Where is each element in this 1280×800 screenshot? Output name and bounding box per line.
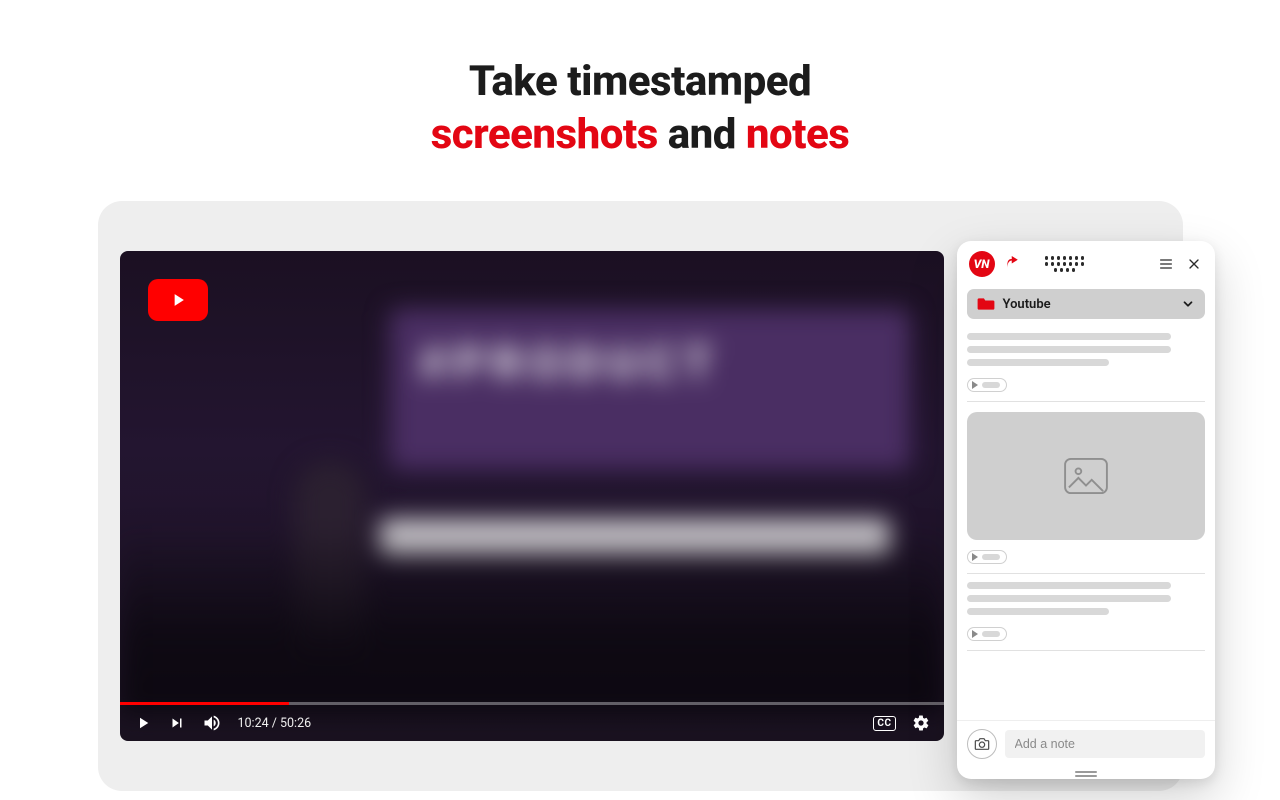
settings-button[interactable] [912,705,930,741]
notes-panel: VN Youtube [957,241,1215,779]
note-text-skeleton [967,595,1172,602]
headline-word-notes: notes [746,110,849,159]
note-text-skeleton [967,608,1110,615]
menu-button[interactable] [1157,255,1175,273]
play-icon [972,381,978,389]
audience-silhouette [120,525,944,715]
slide-banner: #PRODUCT [390,309,910,469]
panel-body [957,327,1215,720]
captions-button[interactable]: CC [873,716,895,731]
divider [967,573,1205,574]
divider [967,401,1205,402]
time-separator: / [269,716,280,731]
next-button[interactable] [168,705,186,741]
panel-header: VN [957,241,1215,283]
volume-button[interactable] [202,705,222,741]
headline-line1: Take timestamped [0,56,1280,109]
duration: 50:26 [280,716,311,731]
divider [967,650,1205,651]
play-icon [972,630,978,638]
folder-label: Youtube [1003,297,1173,312]
chip-skeleton [982,554,1000,560]
headline-word-screenshots: screenshots [431,110,658,159]
headline: Take timestamped screenshots and notes [0,56,1280,161]
drag-grip-icon[interactable] [1045,256,1085,272]
camera-icon [974,737,990,751]
timestamp-chip[interactable] [967,378,1007,392]
note-text-skeleton [967,582,1172,589]
youtube-logo-icon [148,279,208,321]
chevron-down-icon [1181,297,1195,311]
folder-icon [977,297,995,311]
app-logo-icon[interactable]: VN [969,251,995,277]
close-button[interactable] [1185,255,1203,273]
chip-skeleton [982,382,1000,388]
timestamp-chip[interactable] [967,627,1007,641]
screenshot-button[interactable] [967,729,997,759]
note-text-skeleton [967,346,1172,353]
timecode: 10:24 / 50:26 [238,716,312,731]
image-icon [1063,457,1109,495]
note-input[interactable] [1005,730,1205,758]
headline-line2: screenshots and notes [0,109,1280,162]
chip-skeleton [982,631,1000,637]
stage-backdrop: #PRODUCT [98,201,1183,791]
headline-word-and: and [658,110,746,159]
timestamp-chip[interactable] [967,550,1007,564]
video-frame: #PRODUCT [120,251,944,741]
current-time: 10:24 [238,716,269,731]
screenshot-thumbnail[interactable] [967,412,1205,540]
resize-handle[interactable] [957,769,1215,779]
play-icon [972,553,978,561]
folder-selector[interactable]: Youtube [967,289,1205,319]
panel-footer [957,720,1215,769]
play-button[interactable] [134,705,152,741]
slide-title: #PRODUCT [420,337,721,391]
note-text-skeleton [967,359,1110,366]
player-controls: 10:24 / 50:26 CC [120,701,944,741]
video-player[interactable]: #PRODUCT [120,251,944,741]
note-text-skeleton [967,333,1172,340]
share-icon[interactable] [1005,253,1023,275]
